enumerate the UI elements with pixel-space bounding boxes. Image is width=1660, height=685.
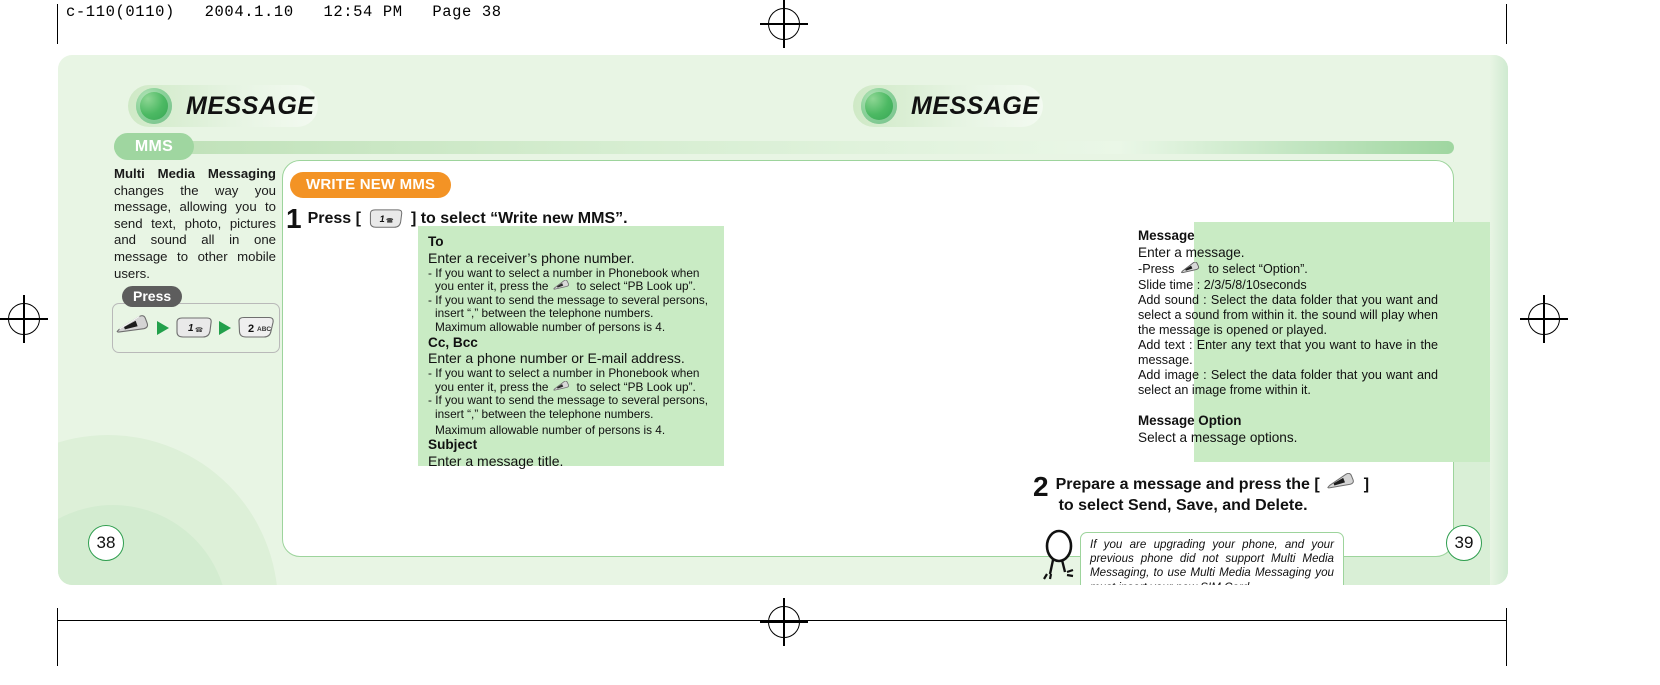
message-info-text: Message Enter a message. -Press to selec… [1138, 227, 1438, 446]
svg-text:☎: ☎ [195, 326, 204, 334]
to-bullet-1: - If you want to select a number in Phon… [428, 265, 700, 280]
cc-bullet-2: you enter it, press the to select “PB Lo… [428, 379, 714, 395]
cc-bullet-1: - If you want to select a number in Phon… [428, 366, 700, 381]
pen-key-icon-inline-to [552, 280, 572, 293]
section-tab-mms: MMS [114, 133, 194, 160]
to-bullet-2-tail: to select “PB Look up”. [576, 279, 696, 294]
to-bullet-3: - If you want to send the message to sev… [428, 292, 708, 307]
svg-text:2: 2 [248, 323, 254, 335]
step-2-line1-before: Prepare a message and press the [ [1055, 475, 1320, 493]
header-dot-icon-left [136, 88, 172, 124]
arrow-right-icon-1 [156, 321, 169, 335]
cc-bullet-3: - If you want to send the message to sev… [428, 393, 708, 408]
crop-mark-left-top [57, 4, 59, 44]
cc-bullet-4: insert “,” between the telephone numbers… [435, 406, 654, 421]
to-bullet-2-text: you enter it, press the [435, 279, 549, 294]
step-2-line2: to select Send, Save, and Delete. [1058, 497, 1308, 514]
pen-key-icon-message [1179, 261, 1203, 277]
step-2-text: Prepare a message and press the [ ] to s… [1056, 473, 1369, 516]
write-new-mms-banner: WRITE NEW MMS [290, 172, 452, 198]
right-page-title: MESSAGE [911, 92, 1040, 120]
intro-paragraph: Multi Media Messaging changes the way yo… [114, 166, 276, 282]
left-page-title: MESSAGE [186, 92, 315, 120]
crop-mark-left-bottom [57, 608, 59, 666]
intro-bold-lead: Multi Media Messaging [114, 166, 276, 181]
crop-mark-right-bottom [1506, 608, 1508, 666]
press-sequence-box: 1 ☎ 2 ABC [112, 303, 280, 353]
crop-mark-right-top [1506, 4, 1508, 44]
arrow-right-icon-2 [219, 321, 232, 335]
message-heading: Message [1138, 228, 1195, 243]
message-line-1: Enter a message. [1138, 245, 1245, 260]
page-number-right: 39 [1446, 525, 1482, 561]
step-2-line1-after: ] [1363, 475, 1370, 493]
right-page-header: MESSAGE [813, 85, 1073, 127]
registration-mark-right [1520, 295, 1568, 343]
step-1-text-before: Press [ [307, 210, 361, 227]
svg-text:☎: ☎ [386, 218, 394, 225]
message-add-sound: Add sound : Select the data folder that … [1138, 293, 1438, 337]
message-slide-time: Slide time : 2/3/5/8/10seconds [1138, 278, 1307, 292]
to-bullet-4: insert “,” between the telephone numbers… [435, 306, 654, 321]
message-press-prefix: -Press [1138, 262, 1175, 276]
field-heading-subject: Subject [428, 437, 478, 453]
press-label: Press [122, 286, 183, 307]
note-speaker-icon [1040, 527, 1080, 585]
to-bullet-5: Maximum allowable number of persons is 4… [435, 319, 666, 334]
pen-key-icon [116, 315, 152, 341]
mms-fields-box: To Enter a receiver’s phone number. - If… [418, 226, 724, 469]
field-desc-cc: Enter a phone number or E-mail address. [428, 350, 685, 367]
svg-text:ABC: ABC [257, 326, 271, 333]
print-slug: c-110(0110) 2004.1.10 12:54 PM Page 38 [66, 3, 502, 21]
message-add-image: Add image : Select the data folder that … [1138, 368, 1438, 397]
page-number-left: 38 [88, 525, 124, 561]
to-bullet-2: you enter it, press the to select “PB Lo… [428, 280, 714, 294]
note-box: If you are upgrading your phone, and you… [1080, 532, 1344, 585]
manual-spread: MESSAGE MESSAGE MMS Multi Media Messagin… [58, 55, 1508, 585]
step-1-number: 1 [286, 203, 302, 234]
message-option-line: Select a message options. [1138, 430, 1298, 445]
key-2-abc-icon: 2 ABC [236, 316, 276, 340]
message-press-line: -Press to select “Option”. [1138, 261, 1438, 277]
field-desc-to: Enter a receiver’s phone number. [428, 249, 635, 266]
cc-bullet-2-text: you enter it, press the [435, 379, 549, 394]
svg-text:1: 1 [380, 214, 385, 224]
message-add-text: Add text : Enter any text that you want … [1138, 338, 1438, 367]
intro-body: changes the way you message, allowing yo… [114, 182, 276, 281]
left-page-header: MESSAGE [88, 85, 348, 127]
section-bar [114, 141, 1454, 154]
svg-text:1: 1 [188, 323, 194, 334]
page-root: c-110(0110) 2004.1.10 12:54 PM Page 38 M… [0, 0, 1660, 685]
step-2-number: 2 [1033, 471, 1049, 502]
field-heading-to: To [428, 234, 444, 249]
cc-bullet-5: Maximum allowable number of persons is 4… [435, 422, 666, 437]
key-1-icon: 1 ☎ [174, 316, 214, 340]
cc-bullet-2-tail: to select “PB Look up”. [576, 379, 696, 394]
registration-mark-left [0, 295, 48, 343]
field-desc-subject: Enter a message title. [428, 452, 564, 469]
key-1-icon-inline: 1 ☎ [367, 208, 405, 230]
message-option-heading: Message Option [1138, 413, 1242, 428]
registration-mark-bottom [760, 598, 808, 646]
pen-key-icon-step2 [1325, 473, 1359, 495]
step-2: 2 Prepare a message and press the [ ] to… [1033, 473, 1369, 516]
header-dot-icon-right [861, 88, 897, 124]
pen-key-icon-inline-cc [552, 381, 572, 394]
field-heading-cc: Cc, Bcc [428, 334, 478, 350]
registration-mark-top [760, 0, 808, 48]
message-press-suffix: to select “Option”. [1208, 262, 1308, 276]
